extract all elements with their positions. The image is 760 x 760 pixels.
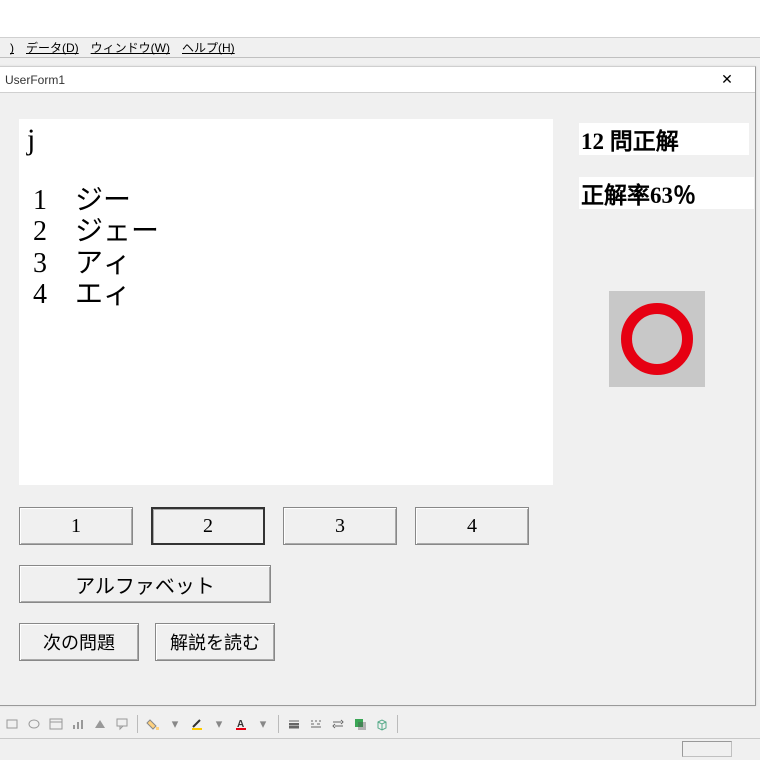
alphabet-button[interactable]: アルファベット (19, 565, 271, 603)
question-textarea: j 1 ジー 2 ジェー 3 アィ 4 エィ (19, 119, 553, 485)
field-icon[interactable] (46, 714, 66, 734)
choice-row: 1 ジー (27, 185, 545, 216)
choice-number: 4 (27, 279, 75, 310)
shadow-icon[interactable] (350, 714, 370, 734)
window-title: UserForm1 (5, 73, 65, 87)
separator-icon (278, 715, 279, 733)
choice-row: 3 アィ (27, 248, 545, 279)
oval-icon[interactable] (24, 714, 44, 734)
callout-icon[interactable] (112, 714, 132, 734)
result-mark-box (609, 291, 705, 387)
menu-item-help[interactable]: ヘルプ(H) (176, 39, 241, 56)
menu-item-data[interactable]: データ(D) (20, 39, 85, 56)
bottom-toolbar: ▾ ▾ A ▾ (2, 712, 401, 736)
answer-button-2[interactable]: 2 (151, 507, 265, 545)
menu-item-window[interactable]: ウィンドウ(W) (85, 39, 176, 56)
dropdown-arrow-icon[interactable]: ▾ (165, 714, 185, 734)
answer-button-row: 1 2 3 4 (19, 507, 529, 545)
choice-text: アィ (75, 248, 131, 279)
choice-number: 2 (27, 216, 75, 247)
status-bar (0, 738, 760, 760)
userform-window: UserForm1 ✕ j 1 ジー 2 ジェー 3 アィ 4 エィ 12 問正… (0, 66, 756, 706)
line-style-icon[interactable] (284, 714, 304, 734)
fill-color-icon[interactable] (143, 714, 163, 734)
answer-button-3[interactable]: 3 (283, 507, 397, 545)
choice-text: エィ (75, 279, 131, 310)
choice-text: ジー (75, 185, 131, 216)
choice-text: ジェー (75, 216, 159, 247)
answer-button-1[interactable]: 1 (19, 507, 133, 545)
accuracy-rate-label: 正解率63％ (579, 177, 754, 209)
dropdown-arrow-icon[interactable]: ▾ (209, 714, 229, 734)
arrow-style-icon[interactable] (328, 714, 348, 734)
read-explanation-button[interactable]: 解説を読む (155, 623, 275, 661)
menu-bar: ) データ(D) ウィンドウ(W) ヘルプ(H) (0, 38, 760, 58)
font-color-icon[interactable]: A (231, 714, 251, 734)
choice-number: 1 (27, 185, 75, 216)
dropdown-arrow-icon[interactable]: ▾ (253, 714, 273, 734)
menu-item-partial[interactable]: ) (4, 41, 20, 55)
triangle-icon[interactable] (90, 714, 110, 734)
close-icon[interactable]: ✕ (707, 71, 747, 88)
status-cell (682, 741, 732, 757)
line-color-icon[interactable] (187, 714, 207, 734)
bottom-button-row: 次の問題 解説を読む (19, 623, 275, 661)
3d-icon[interactable] (372, 714, 392, 734)
dash-style-icon[interactable] (306, 714, 326, 734)
choice-row: 2 ジェー (27, 216, 545, 247)
question-prompt: j (27, 119, 545, 155)
answer-button-4[interactable]: 4 (415, 507, 529, 545)
separator-icon (397, 715, 398, 733)
choice-row: 4 エィ (27, 279, 545, 310)
app-whitespace-bar (0, 0, 760, 38)
correct-count-label: 12 問正解 (579, 123, 749, 155)
next-question-button[interactable]: 次の問題 (19, 623, 139, 661)
form-body: j 1 ジー 2 ジェー 3 アィ 4 エィ 12 問正解 正解率63％ (0, 93, 755, 705)
correct-circle-icon (621, 303, 693, 375)
title-bar: UserForm1 ✕ (0, 67, 755, 93)
choice-number: 3 (27, 248, 75, 279)
separator-icon (137, 715, 138, 733)
chart-icon[interactable] (68, 714, 88, 734)
rect-icon[interactable] (2, 714, 22, 734)
